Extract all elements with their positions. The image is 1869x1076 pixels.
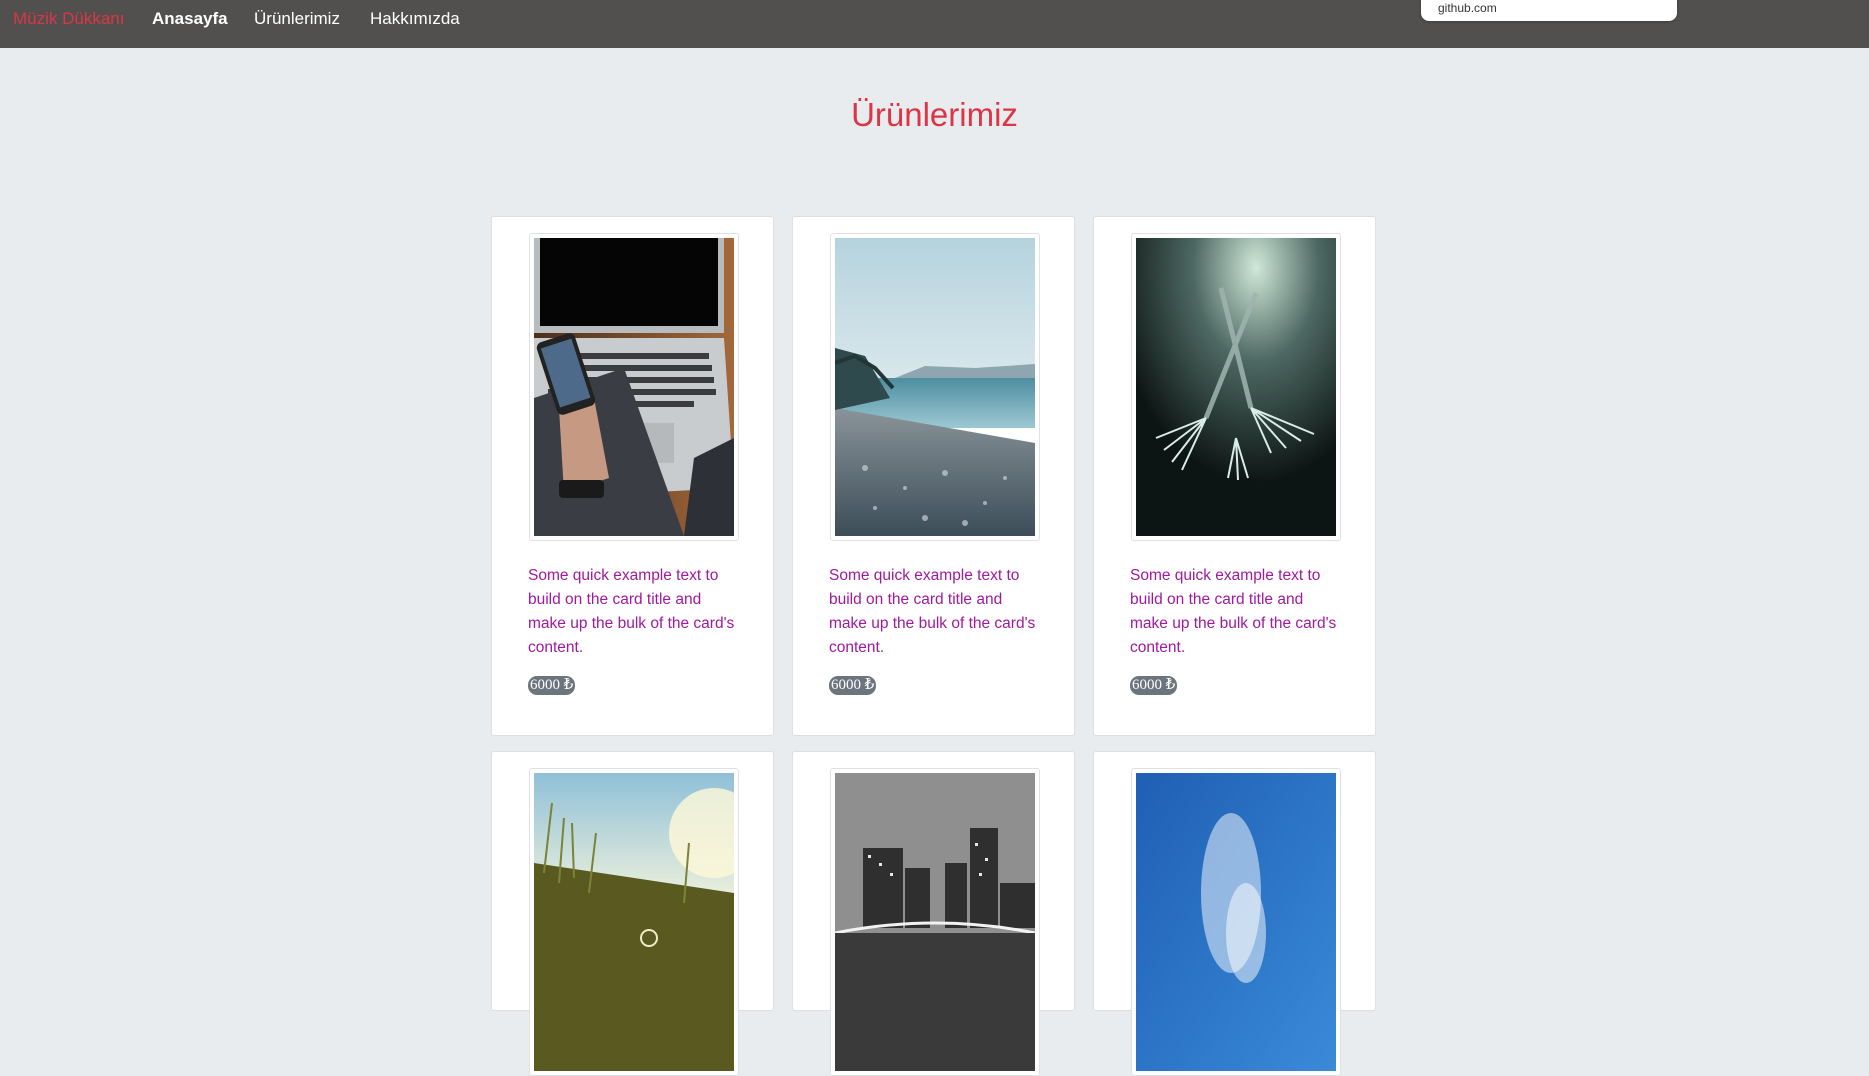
nav-link-urunlerimiz[interactable]: Ürünlerimiz — [254, 9, 340, 29]
price-badge: 6000 ₺ — [1130, 676, 1178, 695]
card-text: Some quick example text to build on the … — [528, 567, 735, 656]
product-card — [491, 751, 774, 1076]
brand-link[interactable]: Müzik Dükkanı — [13, 9, 124, 29]
price-badge: 6000 ₺ — [829, 676, 877, 695]
card-text: Some quick example text to build on the … — [1130, 567, 1337, 656]
url-popup[interactable]: github.com — [1421, 0, 1677, 21]
product-image-frame — [529, 768, 739, 1076]
navbar: Müzik Dükkanı Anasayfa Ürünlerimiz Hakkı… — [0, 0, 1869, 48]
url-popup-text: github.com — [1438, 1, 1497, 15]
product-card: Some quick example text to build on the … — [491, 216, 774, 736]
city-night-photo — [835, 773, 1035, 1071]
forks-photo — [1136, 238, 1336, 536]
product-image-frame — [830, 768, 1040, 1076]
nav-link-anasayfa[interactable]: Anasayfa — [152, 9, 228, 29]
product-card: Some quick example text to build on the … — [1093, 216, 1376, 736]
product-image-frame — [1131, 233, 1341, 541]
blue-sky-photo — [1136, 773, 1336, 1071]
product-image-frame — [1131, 768, 1341, 1076]
product-image-frame — [830, 233, 1040, 541]
product-card — [792, 751, 1075, 1076]
nav-link-hakkimizda[interactable]: Hakkımızda — [370, 9, 460, 29]
grass-photo — [534, 773, 734, 1071]
product-card: Some quick example text to build on the … — [792, 216, 1075, 736]
laptop-phone-photo — [534, 238, 734, 536]
price-badge: 6000 ₺ — [528, 676, 576, 695]
page-title: Ürünlerimiz — [851, 96, 1018, 133]
product-card — [1093, 751, 1376, 1076]
beach-photo — [835, 238, 1035, 536]
product-image-frame — [529, 233, 739, 541]
card-text: Some quick example text to build on the … — [829, 567, 1036, 656]
